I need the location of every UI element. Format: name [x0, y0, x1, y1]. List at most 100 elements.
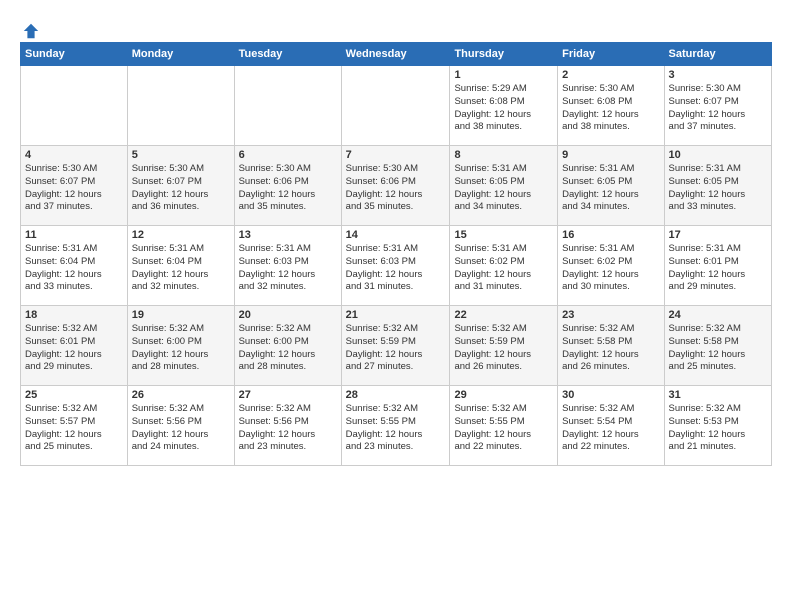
cell-day-number: 13 — [239, 229, 337, 241]
cell-day-number: 5 — [132, 149, 230, 161]
calendar-header-friday: Friday — [558, 43, 664, 66]
calendar-cell: 11 Sunrise: 5:31 AM Sunset: 6:04 PM Dayli… — [21, 226, 128, 306]
cell-day-number: 10 — [669, 149, 767, 161]
calendar-cell — [234, 66, 341, 146]
calendar-cell: 20Sunrise: 5:32 AM Sunset: 6:00 PM Dayli… — [234, 306, 341, 386]
calendar-cell: 31 Sunrise: 5:32 AM Sunset: 5:53 PM Dayli… — [664, 386, 771, 466]
cell-info-text: Sunrise: 5:32 AM Sunset: 5:56 PM Dayligh… — [132, 403, 230, 454]
calendar-cell: 9Sunrise: 5:31 AM Sunset: 6:05 PM Daylig… — [558, 146, 664, 226]
cell-day-number: 31 — [669, 389, 767, 401]
cell-day-number: 25 — [25, 389, 123, 401]
calendar-header-row: SundayMondayTuesdayWednesdayThursdayFrid… — [21, 43, 772, 66]
cell-info-text: Sunrise: 5:30 AM Sunset: 6:06 PM Dayligh… — [346, 163, 446, 214]
cell-day-number: 26 — [132, 389, 230, 401]
cell-info-text: Sunrise: 5:30 AM Sunset: 6:08 PM Dayligh… — [562, 83, 659, 134]
calendar-cell — [341, 66, 450, 146]
cell-info-text: Sunrise: 5:32 AM Sunset: 5:55 PM Dayligh… — [454, 403, 553, 454]
cell-info-text: Sunrise: 5:32 AM Sunset: 5:53 PM Dayligh… — [669, 403, 767, 454]
cell-day-number: 18 — [25, 309, 123, 321]
page: SundayMondayTuesdayWednesdayThursdayFrid… — [0, 0, 792, 612]
cell-day-number: 30 — [562, 389, 659, 401]
calendar-week-row: 1 Sunrise: 5:29 AM Sunset: 6:08 PM Daylig… — [21, 66, 772, 146]
calendar-cell — [21, 66, 128, 146]
calendar-cell: 14 Sunrise: 5:31 AM Sunset: 6:03 PM Dayli… — [341, 226, 450, 306]
cell-day-number: 12 — [132, 229, 230, 241]
cell-info-text: Sunrise: 5:31 AM Sunset: 6:03 PM Dayligh… — [346, 243, 446, 294]
cell-info-text: Sunrise: 5:32 AM Sunset: 5:55 PM Dayligh… — [346, 403, 446, 454]
cell-info-text: Sunrise: 5:31 AM Sunset: 6:01 PM Dayligh… — [669, 243, 767, 294]
cell-day-number: 14 — [346, 229, 446, 241]
calendar-cell: 19 Sunrise: 5:32 AM Sunset: 6:00 PM Dayli… — [127, 306, 234, 386]
calendar-cell: 24Sunrise: 5:32 AM Sunset: 5:58 PM Dayli… — [664, 306, 771, 386]
cell-day-number: 11 — [25, 229, 123, 241]
calendar-cell: 23Sunrise: 5:32 AM Sunset: 5:58 PM Dayli… — [558, 306, 664, 386]
cell-day-number: 29 — [454, 389, 553, 401]
cell-info-text: Sunrise: 5:30 AM Sunset: 6:06 PM Dayligh… — [239, 163, 337, 214]
calendar-cell: 29 Sunrise: 5:32 AM Sunset: 5:55 PM Dayli… — [450, 386, 558, 466]
cell-info-text: Sunrise: 5:31 AM Sunset: 6:04 PM Dayligh… — [25, 243, 123, 294]
cell-info-text: Sunrise: 5:31 AM Sunset: 6:02 PM Dayligh… — [562, 243, 659, 294]
cell-day-number: 22 — [454, 309, 553, 321]
cell-day-number: 21 — [346, 309, 446, 321]
calendar-cell: 16 Sunrise: 5:31 AM Sunset: 6:02 PM Dayli… — [558, 226, 664, 306]
cell-day-number: 19 — [132, 309, 230, 321]
cell-info-text: Sunrise: 5:32 AM Sunset: 5:57 PM Dayligh… — [25, 403, 123, 454]
cell-info-text: Sunrise: 5:31 AM Sunset: 6:05 PM Dayligh… — [562, 163, 659, 214]
calendar-header-saturday: Saturday — [664, 43, 771, 66]
cell-info-text: Sunrise: 5:29 AM Sunset: 6:08 PM Dayligh… — [454, 83, 553, 134]
calendar-table: SundayMondayTuesdayWednesdayThursdayFrid… — [20, 42, 772, 466]
cell-day-number: 15 — [454, 229, 553, 241]
cell-info-text: Sunrise: 5:32 AM Sunset: 5:54 PM Dayligh… — [562, 403, 659, 454]
calendar-cell: 17 Sunrise: 5:31 AM Sunset: 6:01 PM Dayli… — [664, 226, 771, 306]
cell-info-text: Sunrise: 5:32 AM Sunset: 5:58 PM Dayligh… — [562, 323, 659, 374]
calendar-cell: 1 Sunrise: 5:29 AM Sunset: 6:08 PM Daylig… — [450, 66, 558, 146]
calendar-header-sunday: Sunday — [21, 43, 128, 66]
calendar-cell: 8Sunrise: 5:31 AM Sunset: 6:05 PM Daylig… — [450, 146, 558, 226]
calendar-header-tuesday: Tuesday — [234, 43, 341, 66]
cell-info-text: Sunrise: 5:32 AM Sunset: 5:56 PM Dayligh… — [239, 403, 337, 454]
calendar-header-monday: Monday — [127, 43, 234, 66]
calendar-week-row: 18 Sunrise: 5:32 AM Sunset: 6:01 PM Dayli… — [21, 306, 772, 386]
logo-icon — [22, 22, 40, 40]
cell-info-text: Sunrise: 5:31 AM Sunset: 6:02 PM Dayligh… — [454, 243, 553, 294]
calendar-cell: 27 Sunrise: 5:32 AM Sunset: 5:56 PM Dayli… — [234, 386, 341, 466]
cell-info-text: Sunrise: 5:32 AM Sunset: 6:00 PM Dayligh… — [132, 323, 230, 374]
calendar-cell: 22Sunrise: 5:32 AM Sunset: 5:59 PM Dayli… — [450, 306, 558, 386]
cell-day-number: 6 — [239, 149, 337, 161]
cell-day-number: 27 — [239, 389, 337, 401]
calendar-week-row: 4 Sunrise: 5:30 AM Sunset: 6:07 PM Daylig… — [21, 146, 772, 226]
cell-day-number: 1 — [454, 69, 553, 81]
calendar-cell: 12 Sunrise: 5:31 AM Sunset: 6:04 PM Dayli… — [127, 226, 234, 306]
logo — [20, 22, 40, 36]
calendar-cell: 28 Sunrise: 5:32 AM Sunset: 5:55 PM Dayli… — [341, 386, 450, 466]
calendar-cell: 30 Sunrise: 5:32 AM Sunset: 5:54 PM Dayli… — [558, 386, 664, 466]
calendar-cell — [127, 66, 234, 146]
calendar-cell: 7Sunrise: 5:30 AM Sunset: 6:06 PM Daylig… — [341, 146, 450, 226]
cell-info-text: Sunrise: 5:30 AM Sunset: 6:07 PM Dayligh… — [669, 83, 767, 134]
cell-info-text: Sunrise: 5:32 AM Sunset: 6:00 PM Dayligh… — [239, 323, 337, 374]
cell-day-number: 17 — [669, 229, 767, 241]
calendar-week-row: 11 Sunrise: 5:31 AM Sunset: 6:04 PM Dayli… — [21, 226, 772, 306]
calendar-header-thursday: Thursday — [450, 43, 558, 66]
cell-day-number: 4 — [25, 149, 123, 161]
cell-day-number: 28 — [346, 389, 446, 401]
calendar-cell: 18 Sunrise: 5:32 AM Sunset: 6:01 PM Dayli… — [21, 306, 128, 386]
cell-info-text: Sunrise: 5:30 AM Sunset: 6:07 PM Dayligh… — [132, 163, 230, 214]
calendar-week-row: 25 Sunrise: 5:32 AM Sunset: 5:57 PM Dayli… — [21, 386, 772, 466]
header — [20, 18, 772, 36]
cell-day-number: 16 — [562, 229, 659, 241]
cell-day-number: 2 — [562, 69, 659, 81]
calendar-cell: 10Sunrise: 5:31 AM Sunset: 6:05 PM Dayli… — [664, 146, 771, 226]
cell-info-text: Sunrise: 5:32 AM Sunset: 6:01 PM Dayligh… — [25, 323, 123, 374]
calendar-cell: 26 Sunrise: 5:32 AM Sunset: 5:56 PM Dayli… — [127, 386, 234, 466]
calendar-cell: 5 Sunrise: 5:30 AM Sunset: 6:07 PM Daylig… — [127, 146, 234, 226]
cell-day-number: 8 — [454, 149, 553, 161]
cell-info-text: Sunrise: 5:32 AM Sunset: 5:58 PM Dayligh… — [669, 323, 767, 374]
cell-info-text: Sunrise: 5:31 AM Sunset: 6:04 PM Dayligh… — [132, 243, 230, 294]
calendar-cell: 25 Sunrise: 5:32 AM Sunset: 5:57 PM Dayli… — [21, 386, 128, 466]
cell-info-text: Sunrise: 5:30 AM Sunset: 6:07 PM Dayligh… — [25, 163, 123, 214]
calendar-cell: 3Sunrise: 5:30 AM Sunset: 6:07 PM Daylig… — [664, 66, 771, 146]
calendar-cell: 13Sunrise: 5:31 AM Sunset: 6:03 PM Dayli… — [234, 226, 341, 306]
calendar-cell: 6 Sunrise: 5:30 AM Sunset: 6:06 PM Daylig… — [234, 146, 341, 226]
calendar-cell: 2 Sunrise: 5:30 AM Sunset: 6:08 PM Daylig… — [558, 66, 664, 146]
